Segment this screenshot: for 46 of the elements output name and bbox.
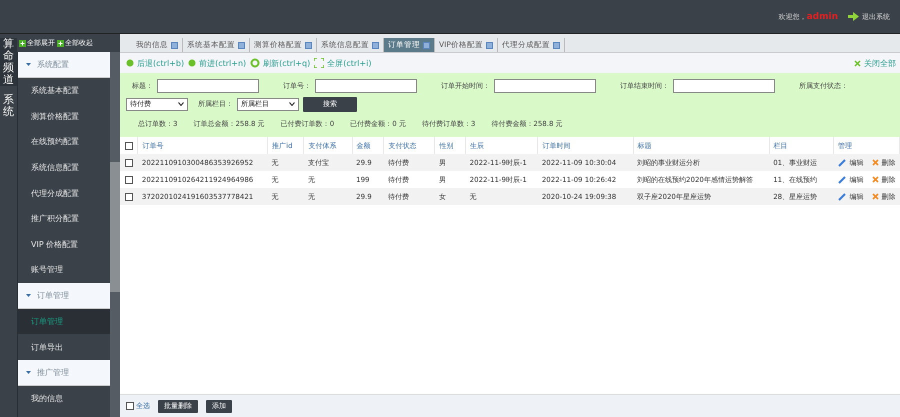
fullscreen-icon: [314, 58, 324, 68]
refresh-icon: [250, 58, 260, 68]
close-icon[interactable]: [486, 42, 493, 48]
plus-icon: [57, 40, 64, 46]
close-icon[interactable]: [305, 42, 312, 48]
sidebar-item[interactable]: 我的信息: [18, 386, 110, 412]
close-icon[interactable]: [372, 42, 379, 48]
group-label: 系统配置: [37, 59, 69, 70]
sidebar-item[interactable]: 测算价格配置: [18, 104, 110, 130]
group-label: 订单管理: [37, 290, 69, 301]
checkbox[interactable]: [124, 192, 133, 201]
sidebar-item[interactable]: 推广积分配置: [18, 206, 110, 232]
scrollbar[interactable]: [110, 52, 120, 417]
caret-icon: [26, 370, 31, 375]
username: admin: [806, 12, 838, 22]
chevron-icon: [178, 102, 184, 106]
sidebar-item[interactable]: VIP 价格配置: [18, 232, 110, 258]
caret-icon: [26, 62, 31, 67]
group-label: 推广管理: [37, 366, 69, 378]
channel-tab[interactable]: 算命频道: [0, 38, 17, 86]
close-icon: [854, 60, 861, 66]
sidebar-item[interactable]: 在线预约配置: [18, 129, 110, 155]
sidebar-item[interactable]: 代理分成配置: [18, 180, 110, 206]
chevron-icon: [289, 102, 295, 106]
sidebar-item[interactable]: 订单导出: [18, 334, 110, 360]
checkbox[interactable]: [124, 176, 133, 184]
caret-icon: [26, 292, 31, 298]
checkbox[interactable]: [124, 142, 133, 150]
cross-icon: [872, 176, 878, 183]
start-time-field[interactable]: [494, 79, 596, 93]
checkbox[interactable]: [124, 158, 133, 167]
title-field[interactable]: [157, 79, 259, 93]
close-icon[interactable]: [423, 42, 430, 48]
sidebar-item[interactable]: 订单管理: [18, 308, 110, 334]
close-icon[interactable]: [238, 42, 245, 48]
close-icon[interactable]: [171, 42, 178, 48]
sidebar-item[interactable]: 系统基本配置: [18, 78, 110, 104]
order-number-field[interactable]: [315, 79, 417, 93]
end-time-field[interactable]: [673, 79, 775, 93]
plus-icon: [19, 40, 26, 46]
sidebar-item[interactable]: 账号管理: [18, 257, 110, 283]
close-icon[interactable]: [552, 42, 560, 48]
cross-icon: [872, 159, 878, 166]
channel-tab[interactable]: 系统: [0, 94, 17, 119]
cross-icon: [872, 193, 878, 200]
sidebar-item[interactable]: 系统信息配置: [18, 154, 110, 180]
